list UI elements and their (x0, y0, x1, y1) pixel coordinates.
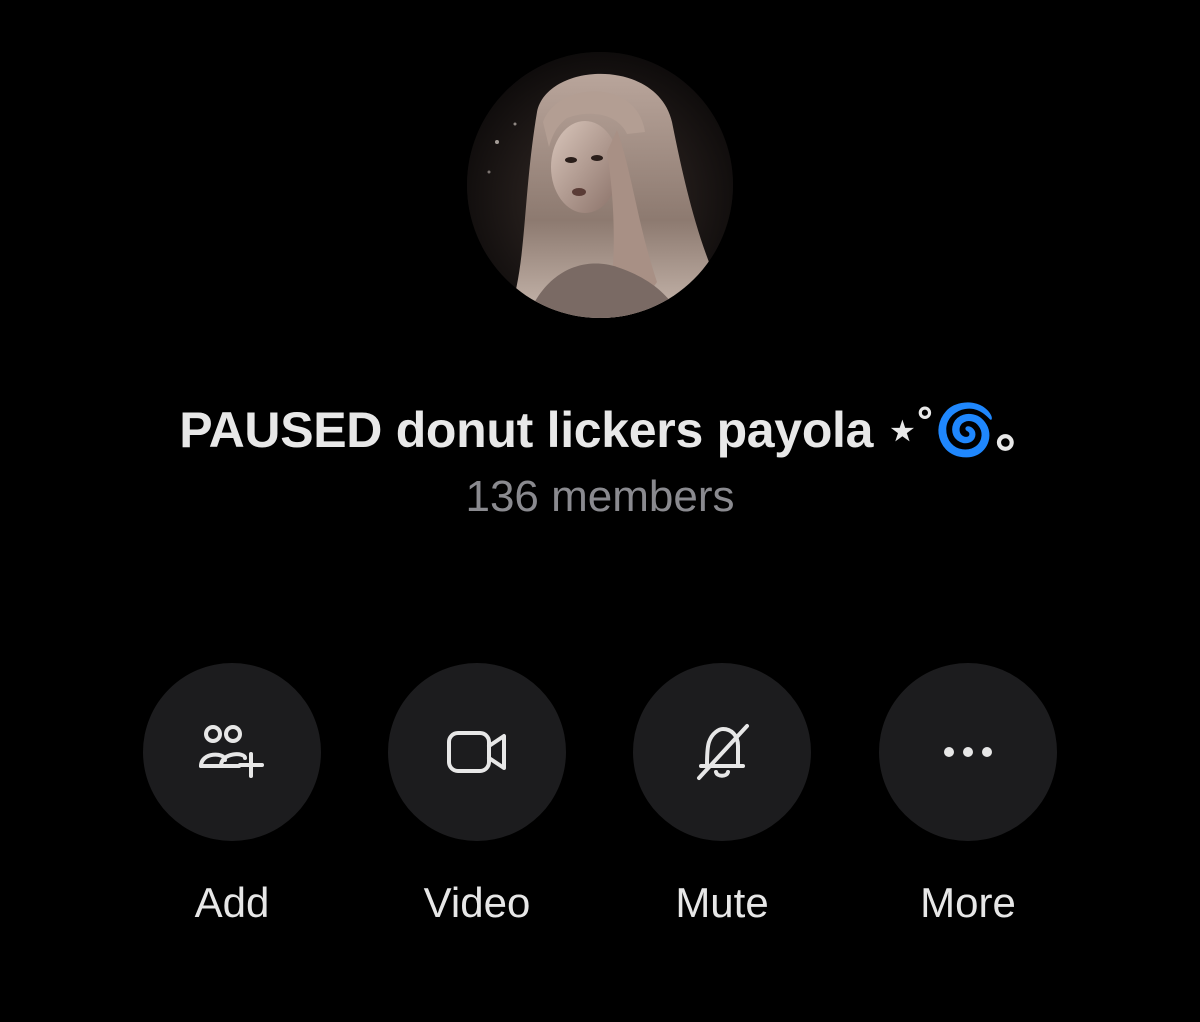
add-button[interactable]: Add (137, 663, 327, 943)
more-button[interactable]: More (873, 663, 1063, 943)
ellipsis-icon (944, 747, 992, 757)
mute-button-circle[interactable] (633, 663, 811, 841)
mute-label: Mute (675, 879, 769, 926)
add-label: Add (194, 879, 270, 926)
mute-button[interactable]: Mute (627, 663, 817, 943)
more-label: More (920, 879, 1016, 926)
add-button-circle[interactable] (143, 663, 321, 841)
group-name: PAUSED donut lickers payola ⋆˚🌀｡ (179, 402, 1021, 458)
avatar-photo (467, 52, 733, 318)
video-label: Video (423, 879, 531, 926)
add-people-icon (199, 725, 264, 778)
video-camera-icon (447, 731, 506, 773)
video-button-circle[interactable] (388, 663, 566, 841)
bell-slash-icon (697, 724, 749, 780)
action-bar: Add Video Mute More (0, 663, 1200, 943)
video-button[interactable]: Video (382, 663, 572, 943)
group-avatar[interactable] (467, 52, 733, 318)
more-button-circle[interactable] (879, 663, 1057, 841)
member-count[interactable]: 136 members (0, 472, 1200, 522)
